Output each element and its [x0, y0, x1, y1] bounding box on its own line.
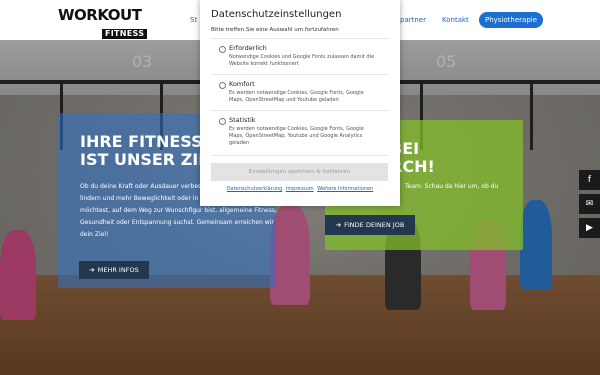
arrow-right-icon: ➔ [89, 266, 95, 274]
cookie-option-comfort[interactable]: Komfort Es werden notwendige Cookies, Go… [211, 74, 389, 111]
imprint-link[interactable]: Impressum [286, 186, 314, 192]
option-title: Statistik [229, 116, 256, 124]
facebook-icon[interactable]: f [579, 170, 600, 190]
privacy-link[interactable]: Datenschutzerklärung [227, 186, 282, 192]
logo-word: WORKOUT [58, 6, 142, 24]
cookie-consent-modal: Datenschutzeinstellungen Bitte treffen S… [200, 0, 400, 206]
radio-comfort[interactable] [219, 82, 226, 89]
fitness-goal-heading: IHRE FITNESS IST UNSER ZIEL [80, 132, 219, 169]
more-info-button[interactable]: ➔ MEHR INFOS [79, 261, 149, 279]
logo-sub: FITNESS [102, 29, 148, 39]
modal-subtitle: Bitte treffen Sie eine Auswahl um fortzu… [211, 27, 339, 33]
option-description: Es werden notwendige Cookies, Google Fon… [229, 90, 364, 103]
option-title: Komfort [229, 80, 255, 88]
radio-required[interactable] [219, 46, 226, 53]
arrow-right-icon: ➔ [335, 221, 342, 229]
job-text: Team. Schau da hier um, ob du [405, 183, 499, 190]
nav-item-partial[interactable]: St [190, 16, 197, 24]
nav-item-partner[interactable]: partner [400, 16, 426, 24]
find-job-label: FINDE DEINEN JOB [344, 221, 405, 229]
nav-item-contact[interactable]: Kontakt [442, 16, 469, 24]
option-description: Es werden notwendige Cookies, Google Fon… [229, 126, 364, 146]
find-job-button[interactable]: ➔ FINDE DEINEN JOB [325, 215, 415, 235]
more-info-link[interactable]: Weitere Informationen [317, 186, 373, 192]
youtube-icon[interactable]: ▶ [579, 218, 600, 238]
cookie-option-statistics[interactable]: Statistik Es werden notwendige Cookies, … [211, 110, 389, 156]
save-settings-button[interactable]: Einstellungen speichern & fortfahren [211, 163, 388, 181]
option-title: Erforderlich [229, 44, 267, 52]
physiotherapie-button[interactable]: Physiotherapie [479, 12, 544, 28]
mail-icon[interactable]: ✉ [579, 194, 600, 214]
more-info-label: MEHR INFOS [97, 266, 139, 274]
radio-statistics[interactable] [219, 118, 226, 125]
option-description: Notwendige Cookies und Google Fonts zula… [229, 54, 375, 67]
modal-links: Datenschutzerklärung Impressum Weitere I… [200, 186, 400, 192]
modal-title: Datenschutzeinstellungen [211, 9, 342, 20]
workout-fitness-logo[interactable]: WORKOUT FITNESS [58, 6, 148, 39]
cookie-option-required[interactable]: Erforderlich Notwendige Cookies und Goog… [211, 38, 389, 75]
